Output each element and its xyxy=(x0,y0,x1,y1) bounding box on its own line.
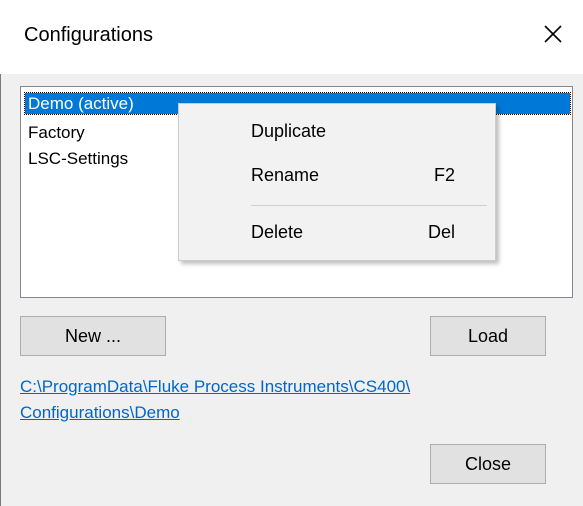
dialog-title: Configurations xyxy=(24,24,153,46)
list-item-label: Factory xyxy=(28,123,85,142)
menu-item-duplicate[interactable]: Duplicate xyxy=(179,109,495,153)
menu-item-delete[interactable]: Delete Del xyxy=(179,210,495,254)
list-item-factory[interactable]: Factory xyxy=(25,122,88,143)
list-item-lsc-settings[interactable]: LSC-Settings xyxy=(25,148,131,169)
close-button[interactable]: Close xyxy=(430,444,546,484)
context-menu: Duplicate Rename F2 Delete Del xyxy=(178,103,496,261)
list-item-label: LSC-Settings xyxy=(28,149,129,168)
menu-separator xyxy=(251,205,487,206)
menu-item-label: Rename xyxy=(251,165,320,185)
path-line-2: Configurations\Demo xyxy=(20,403,180,422)
menu-item-label: Duplicate xyxy=(251,121,327,141)
config-path-link[interactable]: C:\ProgramData\Fluke Process Instruments… xyxy=(20,374,560,426)
close-icon[interactable] xyxy=(531,12,575,56)
path-line-1: C:\ProgramData\Fluke Process Instruments… xyxy=(20,377,411,396)
load-button[interactable]: Load xyxy=(430,316,546,356)
list-item-label: Demo (active) xyxy=(28,94,134,113)
menu-item-label: Delete xyxy=(251,222,304,242)
menu-item-shortcut: F2 xyxy=(433,165,455,185)
menu-item-rename[interactable]: Rename F2 xyxy=(179,153,495,197)
title-bar: Configurations xyxy=(0,0,583,74)
window-border xyxy=(0,0,1,506)
menu-item-shortcut: Del xyxy=(427,222,455,242)
new-button[interactable]: New ... xyxy=(20,316,166,356)
configurations-dialog: Configurations Demo (active) Factory LSC… xyxy=(0,0,583,506)
